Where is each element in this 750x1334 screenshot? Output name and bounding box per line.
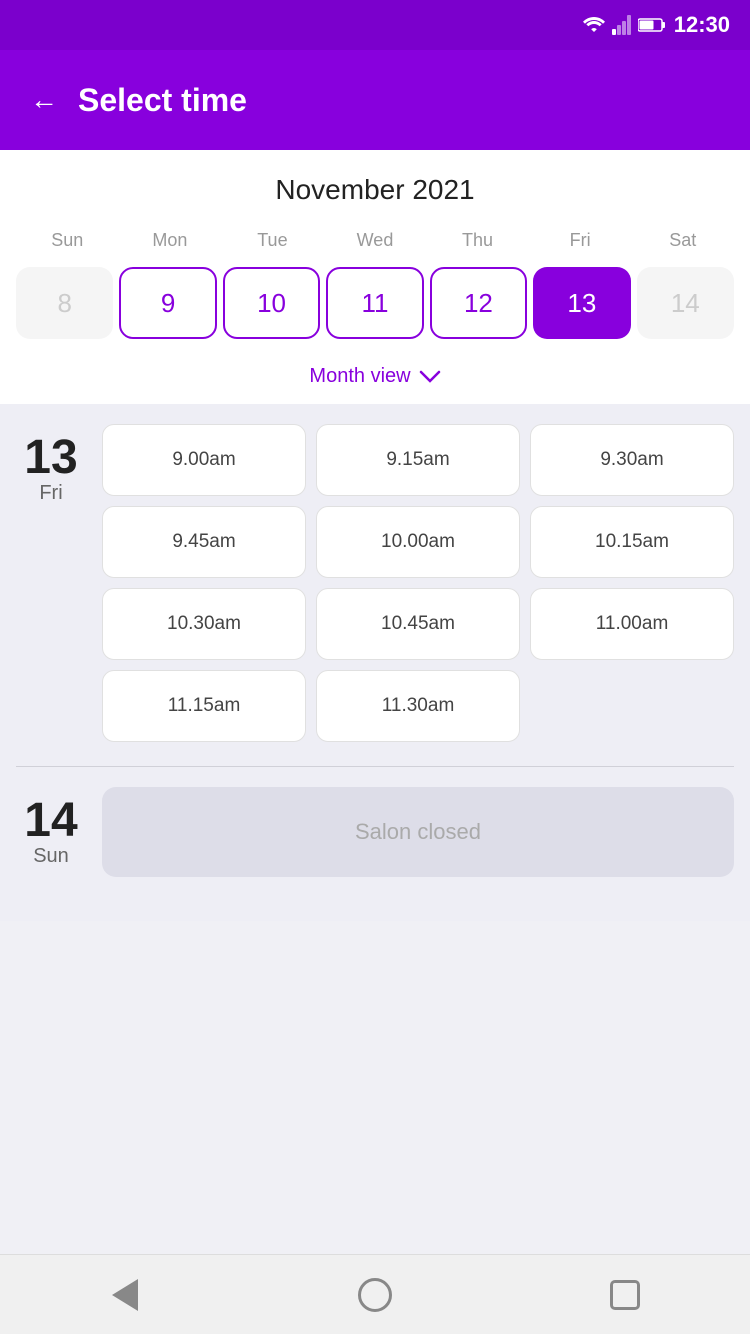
- day-group-14: 14 Sun Salon closed: [16, 787, 734, 877]
- weekday-mon: Mon: [119, 226, 222, 255]
- status-icons: [582, 15, 666, 35]
- day-8: 8: [16, 267, 113, 339]
- weekday-wed: Wed: [324, 226, 427, 255]
- day-13[interactable]: 13: [533, 267, 630, 339]
- time-slot-900am[interactable]: 9.00am: [102, 424, 306, 496]
- nav-recents-button[interactable]: [600, 1270, 650, 1320]
- battery-icon: [638, 17, 666, 33]
- weekday-sun: Sun: [16, 226, 119, 255]
- day-name-fri: Fri: [39, 482, 62, 505]
- home-nav-icon: [358, 1278, 392, 1312]
- weekday-fri: Fri: [529, 226, 632, 255]
- day-label-13: 13 Fri: [16, 424, 86, 742]
- time-slots-grid-13: 9.00am 9.15am 9.30am 9.45am 10.00am 10.1…: [102, 424, 734, 742]
- time-slot-1045am[interactable]: 10.45am: [316, 588, 520, 660]
- day-label-14: 14 Sun: [16, 787, 86, 877]
- app-header: ← Select time: [0, 50, 750, 150]
- time-slot-945am[interactable]: 9.45am: [102, 506, 306, 578]
- section-divider: [16, 766, 734, 767]
- weekday-sat: Sat: [631, 226, 734, 255]
- page-title: Select time: [78, 82, 247, 119]
- scroll-area: November 2021 Sun Mon Tue Wed Thu Fri Sa…: [0, 150, 750, 1021]
- chevron-down-icon: [419, 370, 441, 384]
- day-name-sun: Sun: [33, 845, 69, 868]
- day-12[interactable]: 12: [430, 267, 527, 339]
- back-nav-icon: [112, 1279, 138, 1311]
- nav-home-button[interactable]: [350, 1270, 400, 1320]
- time-slot-915am[interactable]: 9.15am: [316, 424, 520, 496]
- time-slot-930am[interactable]: 9.30am: [530, 424, 734, 496]
- day-group-13: 13 Fri 9.00am 9.15am 9.30am 9.45am 10.00…: [16, 424, 734, 742]
- salon-closed-message: Salon closed: [102, 787, 734, 877]
- day-9[interactable]: 9: [119, 267, 216, 339]
- day-14: 14: [637, 267, 734, 339]
- day-10[interactable]: 10: [223, 267, 320, 339]
- month-view-label: Month view: [309, 365, 410, 388]
- weekday-tue: Tue: [221, 226, 324, 255]
- month-year-label: November 2021: [16, 174, 734, 206]
- status-time: 12:30: [674, 12, 730, 38]
- weekday-thu: Thu: [426, 226, 529, 255]
- time-slot-1100am[interactable]: 11.00am: [530, 588, 734, 660]
- time-slot-1130am[interactable]: 11.30am: [316, 670, 520, 742]
- time-slot-1115am[interactable]: 11.15am: [102, 670, 306, 742]
- calendar-section: November 2021 Sun Mon Tue Wed Thu Fri Sa…: [0, 150, 750, 404]
- time-section-13: 13 Fri 9.00am 9.15am 9.30am 9.45am 10.00…: [0, 404, 750, 921]
- nav-back-button[interactable]: [100, 1270, 150, 1320]
- time-slot-1030am[interactable]: 10.30am: [102, 588, 306, 660]
- back-button[interactable]: ←: [30, 84, 58, 116]
- month-view-toggle[interactable]: Month view: [16, 355, 734, 392]
- status-bar: 12:30: [0, 0, 750, 50]
- time-slot-1000am[interactable]: 10.00am: [316, 506, 520, 578]
- bottom-navigation: [0, 1254, 750, 1334]
- day-number-13: 13: [24, 434, 77, 482]
- days-row: 8 9 10 11 12 13 14: [16, 267, 734, 339]
- day-number-14: 14: [24, 797, 77, 845]
- signal-icon: [612, 15, 632, 35]
- time-slot-1015am[interactable]: 10.15am: [530, 506, 734, 578]
- wifi-icon: [582, 16, 606, 34]
- weekday-headers: Sun Mon Tue Wed Thu Fri Sat: [16, 226, 734, 255]
- recents-nav-icon: [610, 1280, 640, 1310]
- day-11[interactable]: 11: [326, 267, 423, 339]
